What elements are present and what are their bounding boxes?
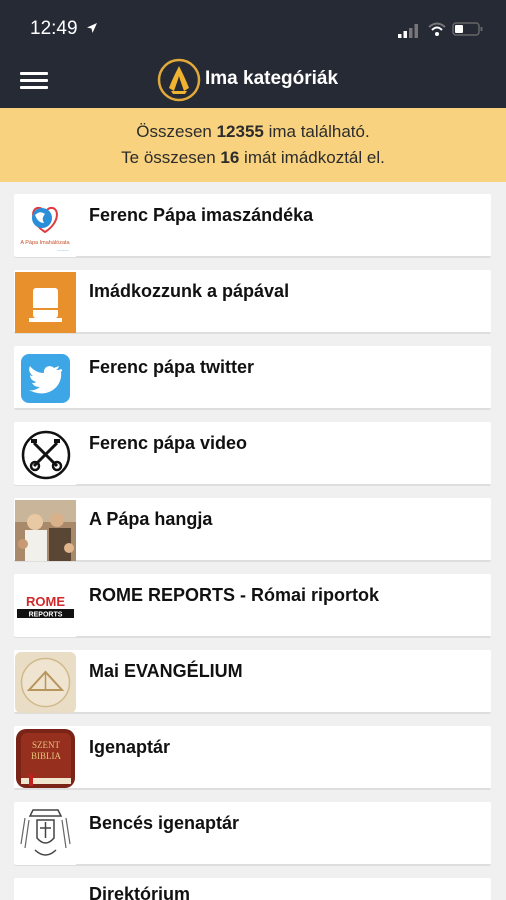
category-item-direktorium[interactable]: Direktórium [14,878,491,900]
total-prayers-count: 12355 [216,122,264,141]
total-prayers-suffix: ima található. [263,122,370,141]
hamburger-icon-line [20,86,48,89]
hamburger-icon-line [20,72,48,75]
category-item-twitter[interactable]: Ferenc pápa twitter [14,346,491,410]
category-item-igenaptar[interactable]: SZENT BIBLIA Igenaptár [14,726,491,790]
app-header: 12:49 Ima kategóriák [0,0,506,108]
location-arrow-icon [87,23,97,33]
pope-photo-icon [15,500,76,561]
crossed-keys-icon [15,424,76,485]
category-item-papa-hangja[interactable]: A Pápa hangja [14,498,491,562]
globe-heart-icon: A Pápa Imahálózata ~~~~~ [15,196,76,257]
bible-book-icon: SZENT BIBLIA [15,728,76,789]
category-item-imadkozzunk[interactable]: Imádkozzunk a pápával [14,270,491,334]
rome-reports-logo: ROME REPORTS [15,576,76,637]
bible-caption: SZENT [32,740,61,750]
hamburger-icon-line [20,79,48,82]
imahalozat-caption: A Pápa Imahálózata [20,240,70,246]
hamburger-menu-button[interactable] [20,70,48,92]
coat-of-arms-icon [15,804,76,865]
category-item-evangelium[interactable]: Mai EVANGÉLIUM [14,650,491,714]
svg-text:REPORTS: REPORTS [29,612,63,619]
category-label: Direktórium [89,884,191,900]
user-prayers-count: 16 [220,148,240,167]
svg-text:BIBLIA: BIBLIA [31,751,61,761]
user-prayers-prefix: Te összesen [121,148,221,167]
stats-banner: Összesen 12355 ima található. Te összese… [0,108,506,182]
category-label: ROME REPORTS - Római riportok [89,585,380,605]
category-label: Ferenc pápa twitter [89,357,255,377]
page-title: Ima kategóriák [205,68,339,89]
category-label: Igenaptár [89,737,171,757]
user-prayers-suffix: imát imádkoztál el. [239,148,385,167]
category-item-bences-igenaptar[interactable]: Bencés igenaptár [14,802,491,866]
category-item-rome-reports[interactable]: ROME REPORTS ROME REPORTS - Római riport… [14,574,491,638]
category-label: Mai EVANGÉLIUM [89,661,243,681]
direktorium-icon [15,880,76,900]
praying-hands-icon [157,58,201,102]
battery-icon [452,22,483,36]
category-label: Imádkozzunk a pápával [89,281,290,301]
total-prayers-text: Összesen 12355 ima található. [0,122,506,142]
status-bar: 12:49 [0,0,506,56]
category-label: Bencés igenaptár [89,813,240,833]
svg-text:ROME: ROME [26,594,65,609]
category-label: A Pápa hangja [89,509,213,529]
total-prayers-prefix: Összesen [136,122,217,141]
wifi-icon [428,22,446,36]
category-label: Ferenc pápa video [89,433,248,453]
twitter-bird-icon [15,348,76,409]
category-label: Ferenc Pápa imaszándéka [89,205,314,225]
cellular-signal-icon [398,24,418,38]
status-time: 12:49 [30,18,78,39]
svg-text:~~~~~: ~~~~~ [57,248,69,253]
category-item-imaszandek[interactable]: A Pápa Imahálózata ~~~~~ Ferenc Pápa ima… [14,194,491,258]
candle-icon [15,272,76,333]
category-item-video[interactable]: Ferenc pápa video [14,422,491,486]
evangelium-logo-icon [15,652,76,713]
user-prayers-text: Te összesen 16 imát imádkoztál el. [0,148,506,168]
